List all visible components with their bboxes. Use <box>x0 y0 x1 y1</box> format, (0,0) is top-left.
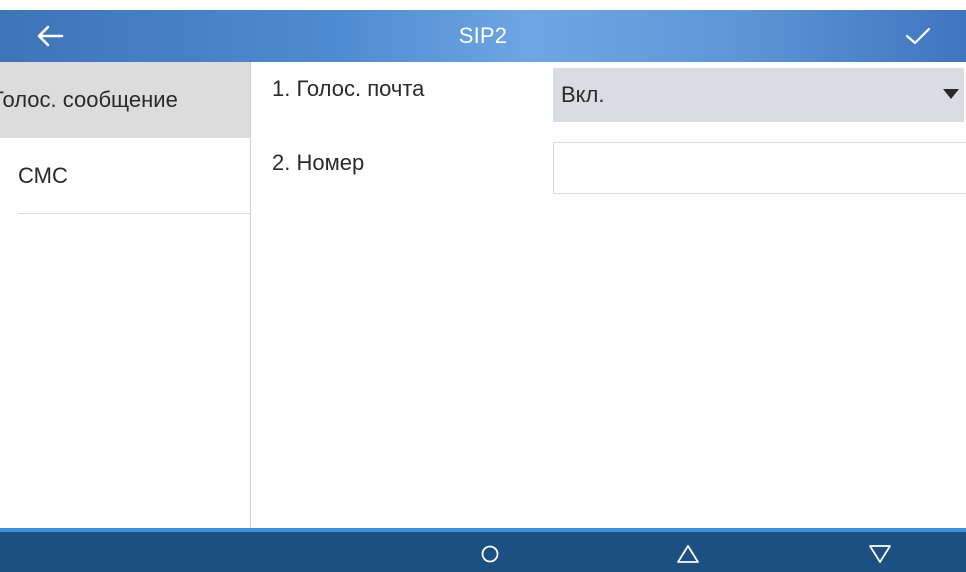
voicemail-select-value: Вкл. <box>561 82 605 107</box>
title-bar: SIP2 <box>0 10 966 62</box>
triangle-down-icon <box>869 545 891 563</box>
voicemail-select[interactable]: Вкл. <box>553 68 964 122</box>
number-label: 2. Номер <box>272 150 365 175</box>
page-title: SIP2 <box>458 23 508 48</box>
home-button[interactable] <box>473 540 507 568</box>
page-down-button[interactable] <box>863 540 897 568</box>
number-input[interactable] <box>553 142 966 194</box>
page-up-button[interactable] <box>671 540 705 568</box>
confirm-button[interactable] <box>898 20 938 52</box>
triangle-up-icon <box>677 545 699 563</box>
checkmark-icon <box>905 27 931 45</box>
sidebar-item-label: СМС <box>18 162 68 188</box>
caret-down-icon <box>943 89 959 99</box>
sidebar: Голос. сообщение СМС <box>0 62 251 528</box>
sidebar-item-label: Голос. сообщение <box>0 87 178 112</box>
sidebar-item-sms[interactable]: СМС <box>18 138 250 214</box>
settings-panel: 1. Голос. почта Вкл. 2. Номер <box>252 62 966 528</box>
number-row: 2. Номер <box>252 136 966 194</box>
navigation-bar <box>0 528 966 572</box>
sidebar-item-voice-message[interactable]: Голос. сообщение <box>0 62 250 138</box>
voicemail-label: 1. Голос. почта <box>272 76 425 101</box>
voicemail-row: 1. Голос. почта Вкл. <box>252 62 966 122</box>
circle-icon <box>481 545 499 563</box>
